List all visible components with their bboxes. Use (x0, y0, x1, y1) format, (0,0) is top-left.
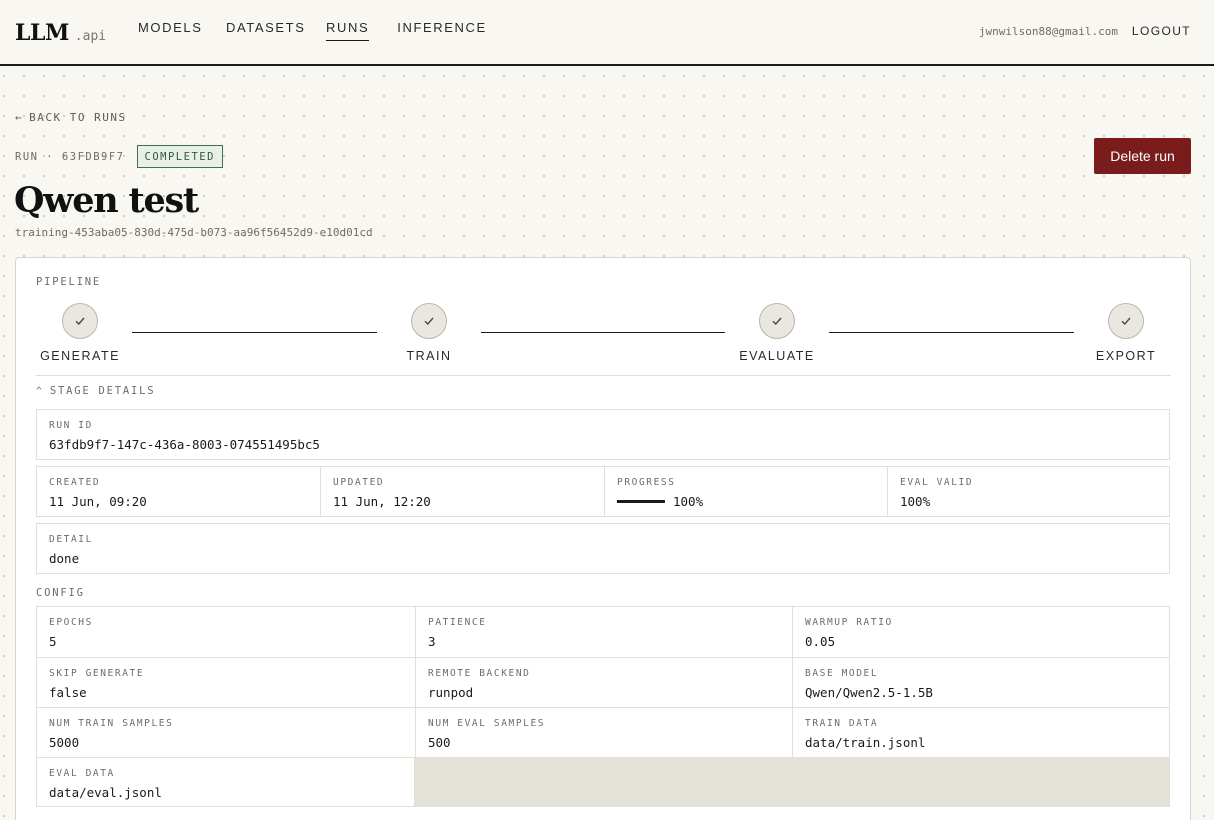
config-field-num-train-samples: NUM TRAIN SAMPLES 5000 (37, 707, 415, 757)
stage-train[interactable]: TRAIN (384, 303, 474, 363)
user-email: jwnwilson88@gmail.com (978, 25, 1118, 38)
progress-bar-fill (617, 500, 665, 503)
field-label: CREATED (49, 477, 101, 488)
config-field-remote-backend: REMOTE BACKEND runpod (415, 657, 792, 707)
back-to-runs-link[interactable]: ← BACK TO RUNS (15, 111, 127, 124)
field-label: UPDATED (333, 477, 385, 488)
field-value: 3 (428, 634, 436, 649)
field-value: 63fdb9f7-147c-436a-8003-074551495bc5 (49, 437, 320, 452)
config-grid: EPOCHS 5 PATIENCE 3 WARMUP RATIO 0.05 SK… (36, 606, 1170, 807)
field-value: 11 Jun, 12:20 (333, 494, 431, 509)
field-value: false (49, 685, 87, 700)
field-label: EVAL DATA (49, 768, 115, 779)
nav-inference[interactable]: INFERENCE (397, 20, 487, 41)
check-icon (759, 303, 795, 339)
status-badge: COMPLETED (136, 145, 223, 168)
field-value: 0.05 (805, 634, 836, 649)
config-field-num-eval-samples: NUM EVAL SAMPLES 500 (415, 707, 792, 757)
field-value: 11 Jun, 09:20 (49, 494, 147, 509)
run-meta: RUN · 63FDB9F7 COMPLETED (15, 145, 223, 168)
field-label: PATIENCE (428, 617, 487, 628)
config-field-skip-generate: SKIP GENERATE false (37, 657, 415, 707)
field-label: TRAIN DATA (805, 718, 879, 729)
check-icon (62, 303, 98, 339)
check-icon (1108, 303, 1144, 339)
progress-value: 100% (673, 494, 704, 509)
nav-datasets[interactable]: DATASETS (226, 20, 326, 41)
nav-models[interactable]: MODELS (138, 20, 226, 41)
field-value: data/train.jsonl (805, 735, 926, 750)
pipeline-connector (481, 332, 725, 333)
arrow-left-icon: ← (15, 111, 24, 124)
progress-field: PROGRESS 100% (604, 467, 887, 516)
logo-sub: .api (74, 29, 107, 44)
field-value: runpod (428, 685, 474, 700)
delete-run-button[interactable]: Delete run (1094, 138, 1191, 174)
stage-details-toggle[interactable]: ^ STAGE DETAILS (36, 385, 155, 397)
field-value: 5 (49, 634, 57, 649)
stage-label: TRAIN (406, 349, 452, 363)
field-label: WARMUP RATIO (805, 617, 893, 628)
divider (36, 375, 1171, 376)
eval-valid-field: EVAL VALID 100% (887, 467, 1169, 516)
field-label: EPOCHS (49, 617, 93, 628)
stage-evaluate[interactable]: EVALUATE (732, 303, 822, 363)
pipeline-connector (132, 332, 377, 333)
stage-label: EVALUATE (739, 349, 815, 363)
run-details-card: PIPELINE GENERATE TRAIN EVALUATE EXPORT … (15, 257, 1191, 820)
field-label: NUM EVAL SAMPLES (428, 718, 546, 729)
stage-export[interactable]: EXPORT (1081, 303, 1171, 363)
field-value: Qwen/Qwen2.5-1.5B (805, 685, 933, 700)
updated-field: UPDATED 11 Jun, 12:20 (320, 467, 604, 516)
logout-button[interactable]: LOGOUT (1132, 24, 1191, 38)
stage-label: EXPORT (1095, 349, 1157, 363)
field-label: PROGRESS (617, 477, 676, 488)
field-value: data/eval.jsonl (49, 785, 162, 800)
page-title: Qwen test (14, 180, 199, 221)
top-bar: LLM .api MODELS DATASETS RUNS INFERENCE … (0, 0, 1214, 66)
config-grid-empty (415, 757, 1169, 806)
logo-main: LLM (15, 20, 69, 46)
config-field-eval-data: EVAL DATA data/eval.jsonl (37, 757, 415, 806)
detail-field: DETAIL done (36, 523, 1170, 574)
created-field: CREATED 11 Jun, 09:20 (37, 467, 320, 516)
progress-bar (617, 500, 665, 503)
config-field-epochs: EPOCHS 5 (37, 607, 415, 657)
training-id: training-453aba05-830d-475d-b073-aa96f56… (15, 226, 373, 239)
field-label: DETAIL (49, 534, 93, 545)
pipeline: GENERATE TRAIN EVALUATE EXPORT (36, 303, 1171, 367)
back-label: BACK TO RUNS (29, 111, 127, 124)
app-logo[interactable]: LLM .api (15, 20, 106, 46)
config-field-train-data: TRAIN DATA data/train.jsonl (792, 707, 1169, 757)
main-nav: MODELS DATASETS RUNS INFERENCE (138, 20, 515, 41)
timestamps-row: CREATED 11 Jun, 09:20 UPDATED 11 Jun, 12… (36, 466, 1170, 517)
field-value: 500 (428, 735, 451, 750)
pipeline-connector (829, 332, 1074, 333)
config-field-base-model: BASE MODEL Qwen/Qwen2.5-1.5B (792, 657, 1169, 707)
field-label: BASE MODEL (805, 668, 879, 679)
pipeline-label: PIPELINE (36, 276, 101, 288)
run-id-field: RUN ID 63fdb9f7-147c-436a-8003-074551495… (36, 409, 1170, 460)
field-value: 100% (900, 494, 931, 509)
field-label: SKIP GENERATE (49, 668, 145, 679)
config-field-warmup-ratio: WARMUP RATIO 0.05 (792, 607, 1169, 657)
field-label: RUN ID (49, 420, 93, 431)
field-label: NUM TRAIN SAMPLES (49, 718, 174, 729)
config-field-patience: PATIENCE 3 (415, 607, 792, 657)
config-label: CONFIG (36, 587, 85, 599)
check-icon (411, 303, 447, 339)
stage-label: GENERATE (40, 349, 120, 363)
field-label: REMOTE BACKEND (428, 668, 531, 679)
stage-details-label: STAGE DETAILS (49, 385, 156, 397)
nav-runs[interactable]: RUNS (326, 20, 370, 41)
field-label: EVAL VALID (900, 477, 974, 488)
field-value: done (49, 551, 80, 566)
field-value: 5000 (49, 735, 80, 750)
chevron-up-icon: ^ (36, 385, 44, 397)
run-short-id: RUN · 63FDB9F7 (15, 150, 125, 163)
stage-generate[interactable]: GENERATE (35, 303, 125, 363)
